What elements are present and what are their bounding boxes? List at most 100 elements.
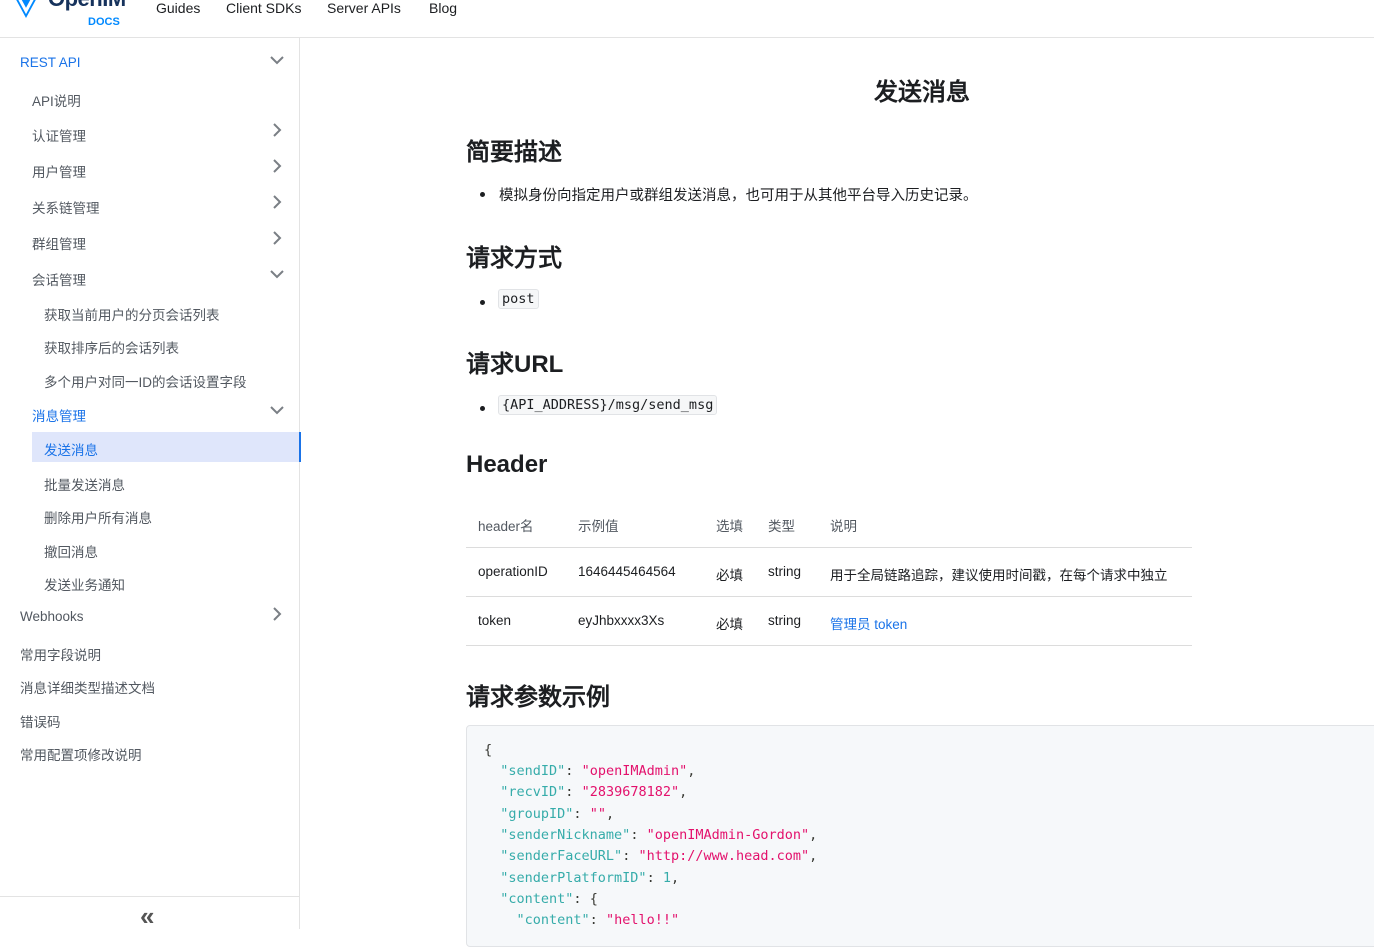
table-cell: 用于全局链路追踪，建议使用时间戳，在每个请求中独立 (830, 568, 1168, 583)
sidebar-item-label: 发送消息 (44, 443, 98, 458)
chevron-right-icon[interactable] (269, 158, 285, 174)
sidebar-item-label: 删除用户所有消息 (44, 511, 152, 526)
sidebar-item-config-changes[interactable]: 常用配置项修改说明 (0, 744, 299, 764)
sidebar-item-batch-send[interactable]: 批量发送消息 (0, 474, 299, 494)
code-value: "openIMAdmin-Gordon" (646, 826, 810, 843)
table-row: operationID 1646445464564 必填 string 用于全局… (466, 547, 1192, 596)
page-title: 发送消息 (874, 79, 970, 106)
chevron-right-icon[interactable] (269, 230, 285, 246)
sidebar-item-common-fields[interactable]: 常用字段说明 (0, 644, 299, 664)
sidebar-item-label: 会话管理 (32, 273, 86, 288)
section-heading-description: 简要描述 (466, 139, 562, 166)
section-heading-url: 请求URL (466, 351, 564, 378)
code-key: "senderFaceURL" (500, 848, 623, 865)
code-value: "" (589, 805, 606, 822)
sidebar-item-business-notification[interactable]: 发送业务通知 (0, 574, 299, 594)
sidebar-item-label: Webhooks (20, 609, 84, 624)
sidebar-item-webhooks[interactable]: Webhooks (0, 606, 299, 629)
code-key: "groupID" (500, 805, 574, 822)
sidebar-item-label: 错误码 (20, 715, 61, 730)
column-header: 类型 (768, 519, 795, 534)
nav-link-blog[interactable]: Blog (429, 0, 457, 16)
sidebar-item-error-codes[interactable]: 错误码 (0, 711, 299, 731)
sidebar-item-label: 常用配置项修改说明 (20, 748, 142, 763)
sidebar-collapse-button[interactable]: « (0, 896, 299, 931)
sidebar-item-label: 发送业务通知 (44, 578, 125, 593)
sidebar-item-delete-all-messages[interactable]: 删除用户所有消息 (0, 507, 299, 527)
sidebar-item-users[interactable]: 用户管理 (0, 158, 299, 181)
url-value: {API_ADDRESS}/msg/send_msg (498, 395, 718, 415)
nav-link-server-apis[interactable]: Server APIs (327, 0, 401, 16)
sidebar-item-label: 批量发送消息 (44, 478, 125, 493)
sidebar: REST API API说明 认证管理 用户管理 关系链管理 群组管理 会话管理… (0, 38, 301, 931)
openim-logo-icon (16, 0, 36, 18)
section-heading-example: 请求参数示例 (466, 684, 610, 711)
sidebar-item-paged-conversations[interactable]: 获取当前用户的分页会话列表 (0, 304, 299, 324)
sidebar-item-relations[interactable]: 关系链管理 (0, 194, 299, 217)
chevron-down-icon[interactable] (269, 402, 285, 418)
code-line: "groupID": "", (500, 805, 615, 822)
table-cell: 必填 (716, 617, 743, 632)
method-value: post (498, 289, 539, 309)
column-header: header名 (478, 519, 534, 534)
nav-link-guides[interactable]: Guides (156, 0, 200, 16)
table-cell: operationID (478, 564, 548, 579)
sidebar-item-revoke-message[interactable]: 撤回消息 (0, 541, 299, 561)
nav-link-client-sdks[interactable]: Client SDKs (226, 0, 301, 16)
sidebar-item-label: 常用字段说明 (20, 648, 101, 663)
code-key: "sendID" (500, 763, 566, 779)
code-value: "hello!!" (605, 912, 680, 929)
chevron-right-icon[interactable] (269, 606, 285, 622)
sidebar-item-api-desc[interactable]: API说明 (0, 90, 299, 110)
admin-token-link[interactable]: 管理员 token (830, 613, 907, 633)
sidebar-item-message-types[interactable]: 消息详细类型描述文档 (0, 677, 299, 697)
chevron-right-icon[interactable] (269, 194, 285, 210)
double-chevron-left-icon: « (140, 901, 155, 931)
sidebar-item-sorted-conversations[interactable]: 获取排序后的会话列表 (0, 337, 299, 357)
table-cell: string (768, 564, 802, 579)
code-line: "sendID": "openIMAdmin", (500, 763, 696, 779)
table-cell: 1646445464564 (578, 564, 676, 579)
sidebar-item-label: API说明 (32, 94, 81, 109)
sidebar-item-rest-api[interactable]: REST API (0, 55, 299, 75)
sidebar-item-label: REST API (20, 55, 81, 70)
chevron-down-icon[interactable] (269, 266, 285, 282)
code-value: "2839678182" (581, 784, 680, 801)
description-text: 模拟身份向指定用户或群组发送消息，也可用于从其他平台导入历史记录。 (499, 188, 978, 204)
code-value: { (589, 890, 598, 907)
code-line: "content": { (500, 890, 598, 907)
sidebar-item-send-message[interactable]: 发送消息 (32, 432, 301, 462)
chevron-down-icon[interactable] (269, 52, 285, 68)
brand[interactable]: OpenIM DOCS (10, 0, 130, 32)
code-key: "senderNickname" (500, 826, 631, 843)
table-row: token eyJhbxxxx3Xs 必填 string 管理员 token (466, 596, 1192, 646)
brand-name: OpenIM (48, 0, 126, 12)
chevron-right-icon[interactable] (269, 122, 285, 138)
sidebar-item-conversation-fields[interactable]: 多个用户对同一ID的会话设置字段 (0, 371, 299, 391)
code-value: 1 (662, 869, 671, 886)
sidebar-item-auth[interactable]: 认证管理 (0, 122, 299, 145)
column-header: 示例值 (578, 519, 619, 534)
code-key: "senderPlatformID" (500, 869, 647, 886)
sidebar-item-messages[interactable]: 消息管理 (0, 405, 299, 425)
sidebar-item-label: 撤回消息 (44, 545, 98, 560)
sidebar-item-label: 获取排序后的会话列表 (44, 341, 179, 356)
code-key: "recvID" (500, 784, 566, 801)
sidebar-item-label: 消息管理 (32, 409, 86, 424)
sidebar-item-conversations[interactable]: 会话管理 (0, 269, 299, 289)
column-header: 说明 (830, 519, 857, 534)
main-content: 发送消息 简要描述 模拟身份向指定用户或群组发送消息，也可用于从其他平台导入历史… (300, 38, 1374, 947)
sidebar-item-label: 消息详细类型描述文档 (20, 681, 155, 696)
sidebar-item-groups[interactable]: 群组管理 (0, 230, 299, 253)
table-cell: eyJhbxxxx3Xs (578, 613, 665, 628)
sidebar-item-label: 获取当前用户的分页会话列表 (44, 308, 220, 323)
code-line: "senderFaceURL": "http://www.head.com", (500, 848, 818, 865)
code-key: "content" (500, 890, 574, 907)
code-key: "content" (516, 912, 590, 929)
brand-subtitle: DOCS (88, 16, 120, 28)
top-navbar: OpenIM DOCS Guides Client SDKs Server AP… (0, 0, 1374, 38)
section-heading-header: Header (466, 451, 548, 478)
code-block-request-example[interactable]: { "sendID": "openIMAdmin", "recvID": "28… (466, 725, 1374, 947)
code-line: "recvID": "2839678182", (500, 784, 688, 801)
column-header: 选填 (716, 519, 743, 534)
